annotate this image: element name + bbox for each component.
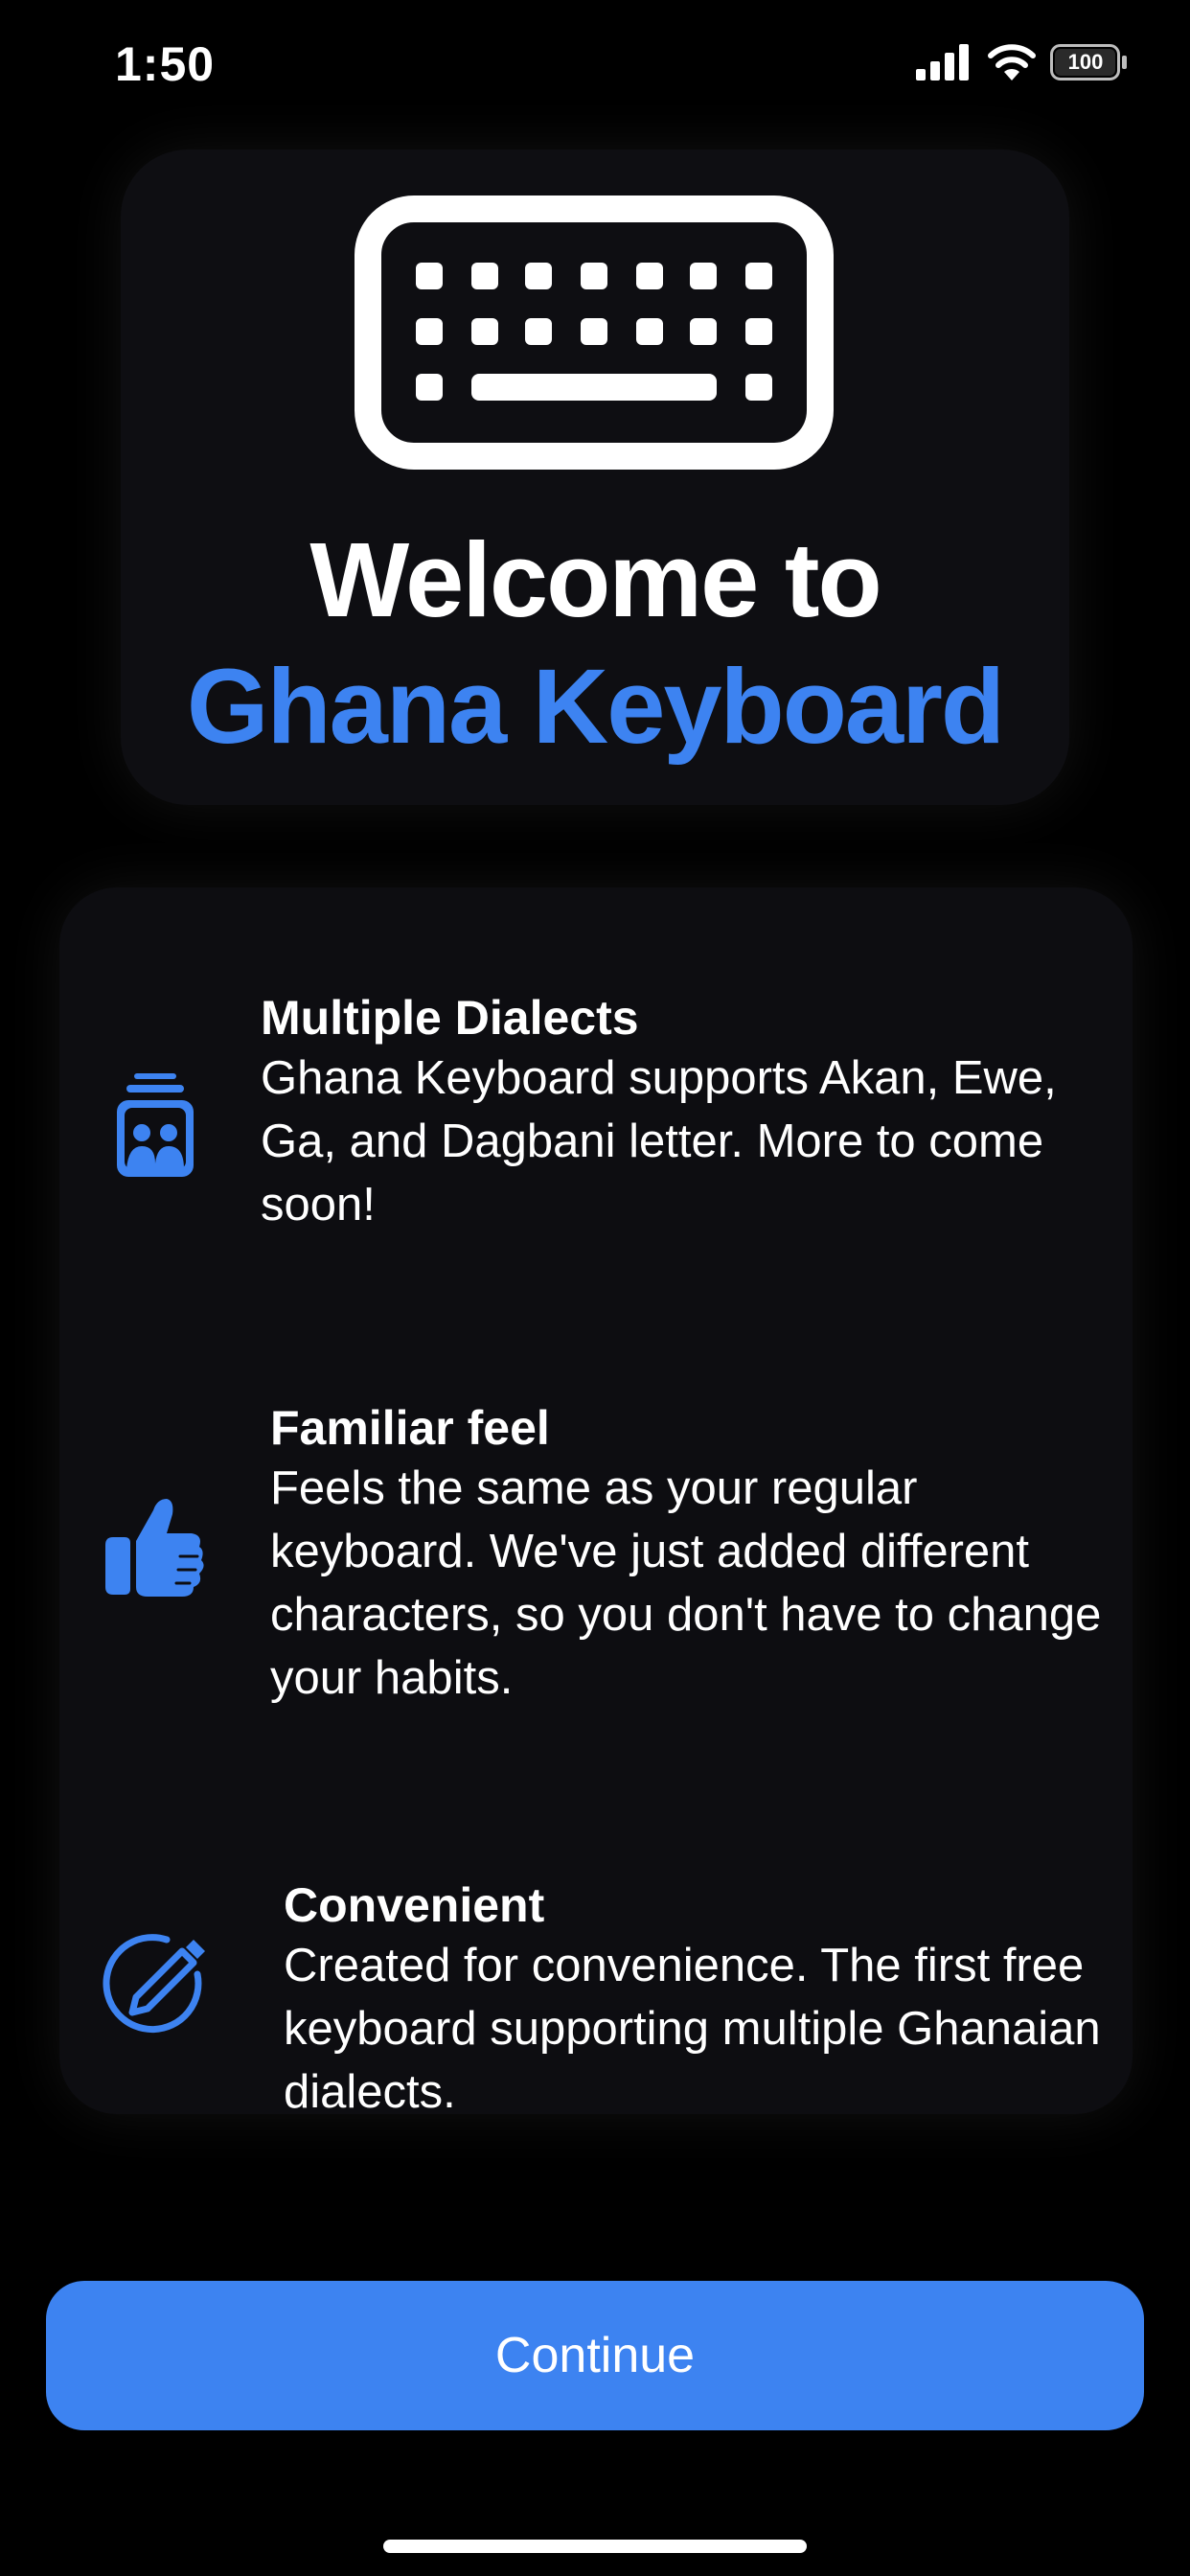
welcome-heading: Welcome to xyxy=(309,521,881,639)
home-indicator[interactable] xyxy=(383,2540,807,2553)
status-time: 1:50 xyxy=(115,37,216,91)
wifi-icon xyxy=(988,44,1036,80)
feature-title: Convenient xyxy=(284,1878,545,1932)
people-frame-icon xyxy=(117,1073,194,1177)
feature-title: Familiar feel xyxy=(270,1401,550,1455)
feature-description: Created for convenience. The first free … xyxy=(284,1940,1101,2118)
continue-button[interactable]: Continue xyxy=(46,2281,1144,2430)
feature-description: Ghana Keyboard supports Akan, Ewe, Ga, a… xyxy=(261,1052,1057,1230)
status-bar: 1:50 100 xyxy=(0,0,1190,134)
keyboard-icon xyxy=(355,196,834,470)
thumbs-up-icon xyxy=(105,1499,204,1597)
pencil-circle-icon xyxy=(103,1934,205,2034)
features-card: Multiple Dialects Ghana Keyboard support… xyxy=(59,887,1133,2118)
battery-level: 100 xyxy=(1067,50,1104,74)
feature-title: Multiple Dialects xyxy=(261,991,639,1045)
cellular-signal-icon xyxy=(916,44,969,80)
app-name-heading: Ghana Keyboard xyxy=(186,648,1005,766)
feature-description: Feels the same as your regular keyboard.… xyxy=(270,1462,1102,1704)
welcome-header-card: Welcome to Ghana Keyboard xyxy=(121,150,1069,805)
